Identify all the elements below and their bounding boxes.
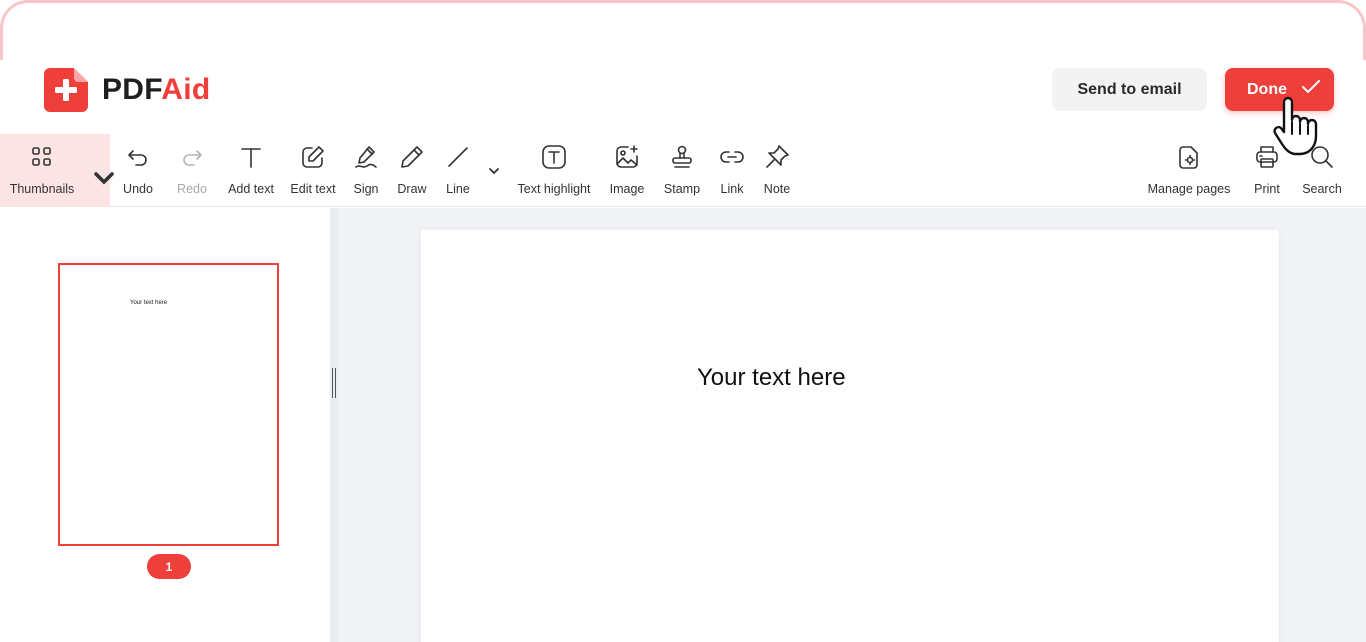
draw-label: Draw <box>397 182 427 196</box>
draw-button[interactable]: Draw <box>392 134 432 207</box>
brand-name: PDFAid <box>102 73 211 106</box>
print-button[interactable]: Print <box>1247 134 1287 207</box>
sign-button[interactable]: Sign <box>346 134 386 207</box>
search-button[interactable]: Search <box>1300 134 1344 207</box>
link-button[interactable]: Link <box>712 134 752 207</box>
printer-icon <box>1253 143 1281 176</box>
app-header: PDFAid Send to email Done <box>0 60 1366 134</box>
sidebar-resize-handle[interactable] <box>330 208 338 642</box>
undo-label: Undo <box>123 182 153 196</box>
plus-logo-icon <box>44 68 88 112</box>
editor-toolbar: Thumbnails Undo Redo Add text Edit text … <box>0 134 1366 207</box>
redo-button[interactable]: Redo <box>170 134 214 207</box>
search-icon <box>1308 143 1336 176</box>
manage-pages-icon <box>1175 143 1203 176</box>
redo-icon <box>178 143 206 176</box>
done-button[interactable]: Done <box>1225 68 1334 111</box>
edit-text-label: Edit text <box>290 182 336 196</box>
checkmark-icon <box>1301 79 1321 100</box>
search-label: Search <box>1302 182 1342 196</box>
thumbnails-grid-icon <box>28 143 56 176</box>
manage-pages-button[interactable]: Manage pages <box>1143 134 1235 207</box>
grip-icon <box>332 368 336 398</box>
redo-label: Redo <box>177 182 207 196</box>
stamp-icon <box>668 143 696 176</box>
text-highlight-button[interactable]: Text highlight <box>514 134 594 207</box>
add-text-label: Add text <box>228 182 274 196</box>
sign-pen-icon <box>352 143 380 176</box>
document-canvas: Your text here <box>338 208 1366 642</box>
manage-pages-label: Manage pages <box>1147 182 1231 196</box>
edit-text-button[interactable]: Edit text <box>288 134 338 207</box>
stamp-button[interactable]: Stamp <box>660 134 704 207</box>
print-label: Print <box>1254 182 1280 196</box>
send-to-email-button[interactable]: Send to email <box>1052 68 1207 111</box>
thumbnails-label: Thumbnails <box>9 182 75 196</box>
chevron-down-icon[interactable] <box>90 164 114 185</box>
sign-label: Sign <box>353 182 379 196</box>
thumbnails-button[interactable]: Thumbnails <box>0 134 114 207</box>
chevron-down-icon[interactable] <box>487 164 501 178</box>
text-highlight-label: Text highlight <box>517 182 591 196</box>
done-label: Done <box>1247 80 1287 98</box>
note-button[interactable]: Note <box>757 134 797 207</box>
edit-icon <box>299 143 327 176</box>
page-thumbnail[interactable]: Your text here <box>58 263 279 546</box>
page-number-badge: 1 <box>147 554 191 579</box>
text-icon <box>237 143 265 176</box>
note-label: Note <box>763 182 791 196</box>
link-icon <box>718 143 746 176</box>
add-text-button[interactable]: Add text <box>224 134 278 207</box>
link-label: Link <box>720 182 744 196</box>
line-label: Line <box>446 182 470 196</box>
window-frame <box>0 0 1366 60</box>
undo-button[interactable]: Undo <box>116 134 160 207</box>
undo-icon <box>124 143 152 176</box>
pin-icon <box>763 143 791 176</box>
thumbnails-sidebar: Your text here 1 <box>0 208 330 642</box>
text-highlight-icon <box>540 143 568 176</box>
thumbnail-text: Your text here <box>130 300 168 306</box>
image-label: Image <box>609 182 645 196</box>
image-button[interactable]: Image <box>604 134 650 207</box>
pencil-icon <box>398 143 426 176</box>
line-icon <box>444 143 472 176</box>
document-page[interactable]: Your text here <box>421 230 1279 642</box>
line-button[interactable]: Line <box>438 134 478 207</box>
brand-logo[interactable]: PDFAid <box>44 68 210 112</box>
stamp-label: Stamp <box>663 182 701 196</box>
document-text-box[interactable]: Your text here <box>697 364 846 392</box>
image-icon <box>613 143 641 176</box>
